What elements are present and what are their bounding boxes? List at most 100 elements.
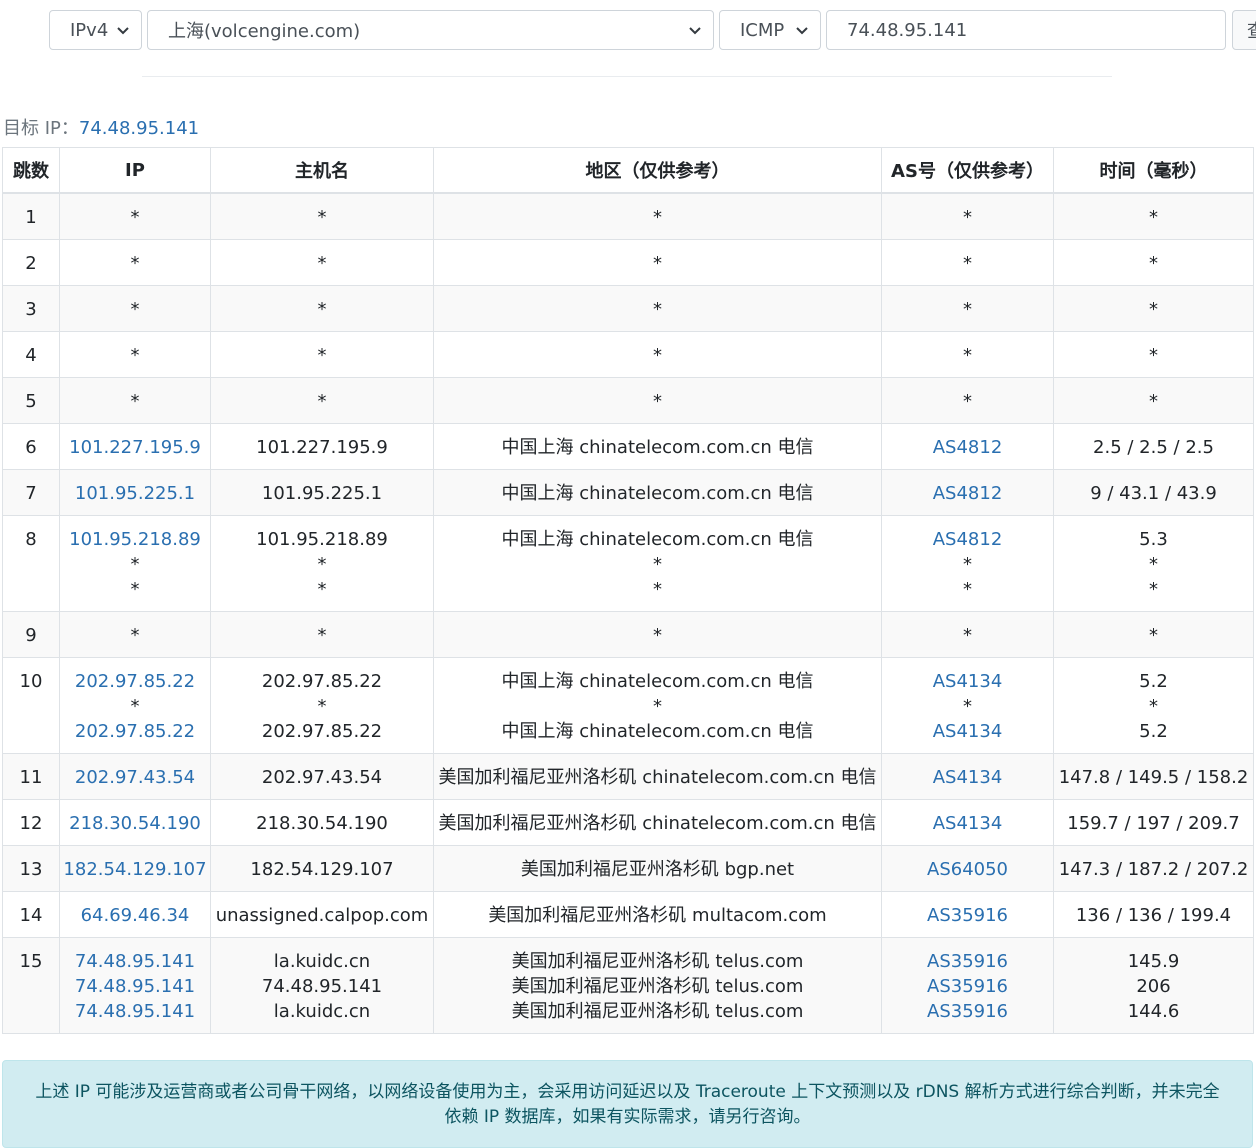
region-value: 中国上海 chinatelecom.com.cn 电信 xyxy=(501,437,814,458)
table-row: 9 * * * * * xyxy=(2,611,1254,658)
target-input[interactable]: 74.48.95.141 xyxy=(826,10,1226,50)
time-cell: 2.5 / 2.5 / 2.5 xyxy=(1053,423,1254,470)
hostname-value: * xyxy=(317,696,327,717)
asn-link[interactable]: AS4134 xyxy=(882,811,1053,836)
hostname-value: 202.97.43.54 xyxy=(261,767,383,788)
time-cell: 5.2 * 5.2 xyxy=(1053,657,1254,754)
traceroute-table: 跳数 IP 主机名 地区（仅供参考） AS号（仅供参考） 时间（毫秒） 1 * * *… xyxy=(2,147,1254,1034)
asn-value: * xyxy=(963,391,972,412)
header-hop: 跳数 xyxy=(2,147,60,194)
region-cell: 中国上海 chinatelecom.com.cn 电信 * * xyxy=(433,515,882,612)
region-value: * xyxy=(653,554,662,575)
ip-cell: 74.48.95.141 74.48.95.141 74.48.95.141 xyxy=(59,937,211,1034)
time-cell: * xyxy=(1053,192,1254,240)
target-ip-label: 目标 IP： xyxy=(3,118,79,139)
ip-link[interactable]: 218.30.54.190 xyxy=(60,811,210,836)
hop-number: 14 xyxy=(2,891,60,938)
ip-link[interactable]: 74.48.95.141 xyxy=(60,999,210,1024)
table-row: 11 202.97.43.54 202.97.43.54 美国加利福尼亚州洛杉矶 ch… xyxy=(2,753,1254,800)
hop-number: 9 xyxy=(2,611,60,658)
node-select[interactable]: 上海(volcengine.com) xyxy=(147,10,714,50)
asn-value: * xyxy=(963,579,972,600)
ip-link[interactable]: 202.97.85.22 xyxy=(60,669,210,694)
asn-link[interactable]: AS4134 xyxy=(882,719,1053,744)
hostname-cell: la.kuidc.cn 74.48.95.141 la.kuidc.cn xyxy=(210,937,434,1034)
time-value: 145.9 xyxy=(1127,951,1180,972)
ip-link[interactable]: 202.97.85.22 xyxy=(60,719,210,744)
region-value: 中国上海 chinatelecom.com.cn 电信 xyxy=(501,529,814,550)
region-value: 美国加利福尼亚州洛杉矶 telus.com xyxy=(511,951,804,972)
time-value: * xyxy=(1149,554,1158,575)
hostname-value: * xyxy=(317,299,327,320)
ip-cell: * xyxy=(59,377,211,424)
ip-version-select[interactable]: IPv4 xyxy=(49,10,142,50)
ip-link[interactable]: 64.69.46.34 xyxy=(60,903,210,928)
header-asn: AS号（仅供参考） xyxy=(881,147,1054,194)
region-cell: * xyxy=(433,331,882,378)
asn-link[interactable]: AS35916 xyxy=(882,903,1053,928)
hostname-value: 218.30.54.190 xyxy=(256,813,388,834)
region-value: 美国加利福尼亚州洛杉矶 chinatelecom.com.cn 电信 xyxy=(438,813,877,834)
ip-link[interactable]: 74.48.95.141 xyxy=(60,974,210,999)
header-hostname: 主机名 xyxy=(210,147,434,194)
hostname-value: * xyxy=(317,345,327,366)
region-value: 美国加利福尼亚州洛杉矶 bgp.net xyxy=(520,859,795,880)
ip-cell: * xyxy=(59,239,211,286)
time-cell: 147.8 / 149.5 / 158.2 xyxy=(1053,753,1254,800)
hostname-value: 202.97.85.22 xyxy=(261,671,383,692)
hostname-cell: 218.30.54.190 xyxy=(210,799,434,846)
hop-number: 2 xyxy=(2,239,60,286)
hostname-cell: * xyxy=(210,377,434,424)
time-value: 2.5 / 2.5 / 2.5 xyxy=(1093,437,1214,458)
ip-link[interactable]: 202.97.43.54 xyxy=(60,765,210,790)
hop-number: 1 xyxy=(2,192,60,240)
header-time: 时间（毫秒） xyxy=(1053,147,1254,194)
asn-value: * xyxy=(963,299,972,320)
hop-number: 8 xyxy=(2,515,60,612)
hostname-cell: 101.227.195.9 xyxy=(210,423,434,470)
asn-link[interactable]: AS4134 xyxy=(882,669,1053,694)
ip-link[interactable]: 182.54.129.107 xyxy=(60,857,210,882)
table-row: 7 101.95.225.1 101.95.225.1 中国上海 chinatelec… xyxy=(2,469,1254,516)
ip-value: * xyxy=(130,299,140,320)
hostname-value: 182.54.129.107 xyxy=(250,859,394,880)
time-value: 5.3 xyxy=(1139,529,1168,550)
region-value: * xyxy=(653,696,662,717)
hostname-cell: * xyxy=(210,285,434,332)
asn-link[interactable]: AS4812 xyxy=(882,527,1053,552)
hop-number: 11 xyxy=(2,753,60,800)
ip-link[interactable]: 101.227.195.9 xyxy=(60,435,210,460)
query-button[interactable]: 查 xyxy=(1232,10,1256,50)
region-value: 美国加利福尼亚州洛杉矶 telus.com xyxy=(511,1001,804,1022)
hostname-value: * xyxy=(317,554,327,575)
asn-cell: AS35916 AS35916 AS35916 xyxy=(881,937,1054,1034)
header-ip: IP xyxy=(59,147,211,194)
region-cell: 美国加利福尼亚州洛杉矶 chinatelecom.com.cn 电信 xyxy=(433,799,882,846)
asn-cell: * xyxy=(881,192,1054,240)
asn-cell: AS4134 xyxy=(881,799,1054,846)
asn-cell: AS4812 * * xyxy=(881,515,1054,612)
asn-link[interactable]: AS35916 xyxy=(882,999,1053,1024)
region-value: * xyxy=(653,391,662,412)
target-ip-line: 目标 IP：74.48.95.141 xyxy=(3,114,199,140)
hostname-value: unassigned.calpop.com xyxy=(215,905,429,926)
ip-link[interactable]: 74.48.95.141 xyxy=(60,949,210,974)
asn-link[interactable]: AS35916 xyxy=(882,949,1053,974)
table-row: 2 * * * * * xyxy=(2,239,1254,286)
chevron-down-icon xyxy=(796,27,808,35)
asn-link[interactable]: AS35916 xyxy=(882,974,1053,999)
time-value: * xyxy=(1149,345,1158,366)
target-ip-link[interactable]: 74.48.95.141 xyxy=(79,118,199,139)
asn-link[interactable]: AS4134 xyxy=(882,765,1053,790)
ip-link[interactable]: 101.95.225.1 xyxy=(60,481,210,506)
region-value: * xyxy=(653,299,662,320)
ip-link[interactable]: 101.95.218.89 xyxy=(60,527,210,552)
region-cell: * xyxy=(433,377,882,424)
protocol-select[interactable]: ICMP xyxy=(719,10,821,50)
hostname-value: 101.95.225.1 xyxy=(261,483,383,504)
ip-cell: 202.97.85.22 * 202.97.85.22 xyxy=(59,657,211,754)
asn-link[interactable]: AS4812 xyxy=(882,481,1053,506)
asn-link[interactable]: AS4812 xyxy=(882,435,1053,460)
time-cell: 9 / 43.1 / 43.9 xyxy=(1053,469,1254,516)
asn-link[interactable]: AS64050 xyxy=(882,857,1053,882)
